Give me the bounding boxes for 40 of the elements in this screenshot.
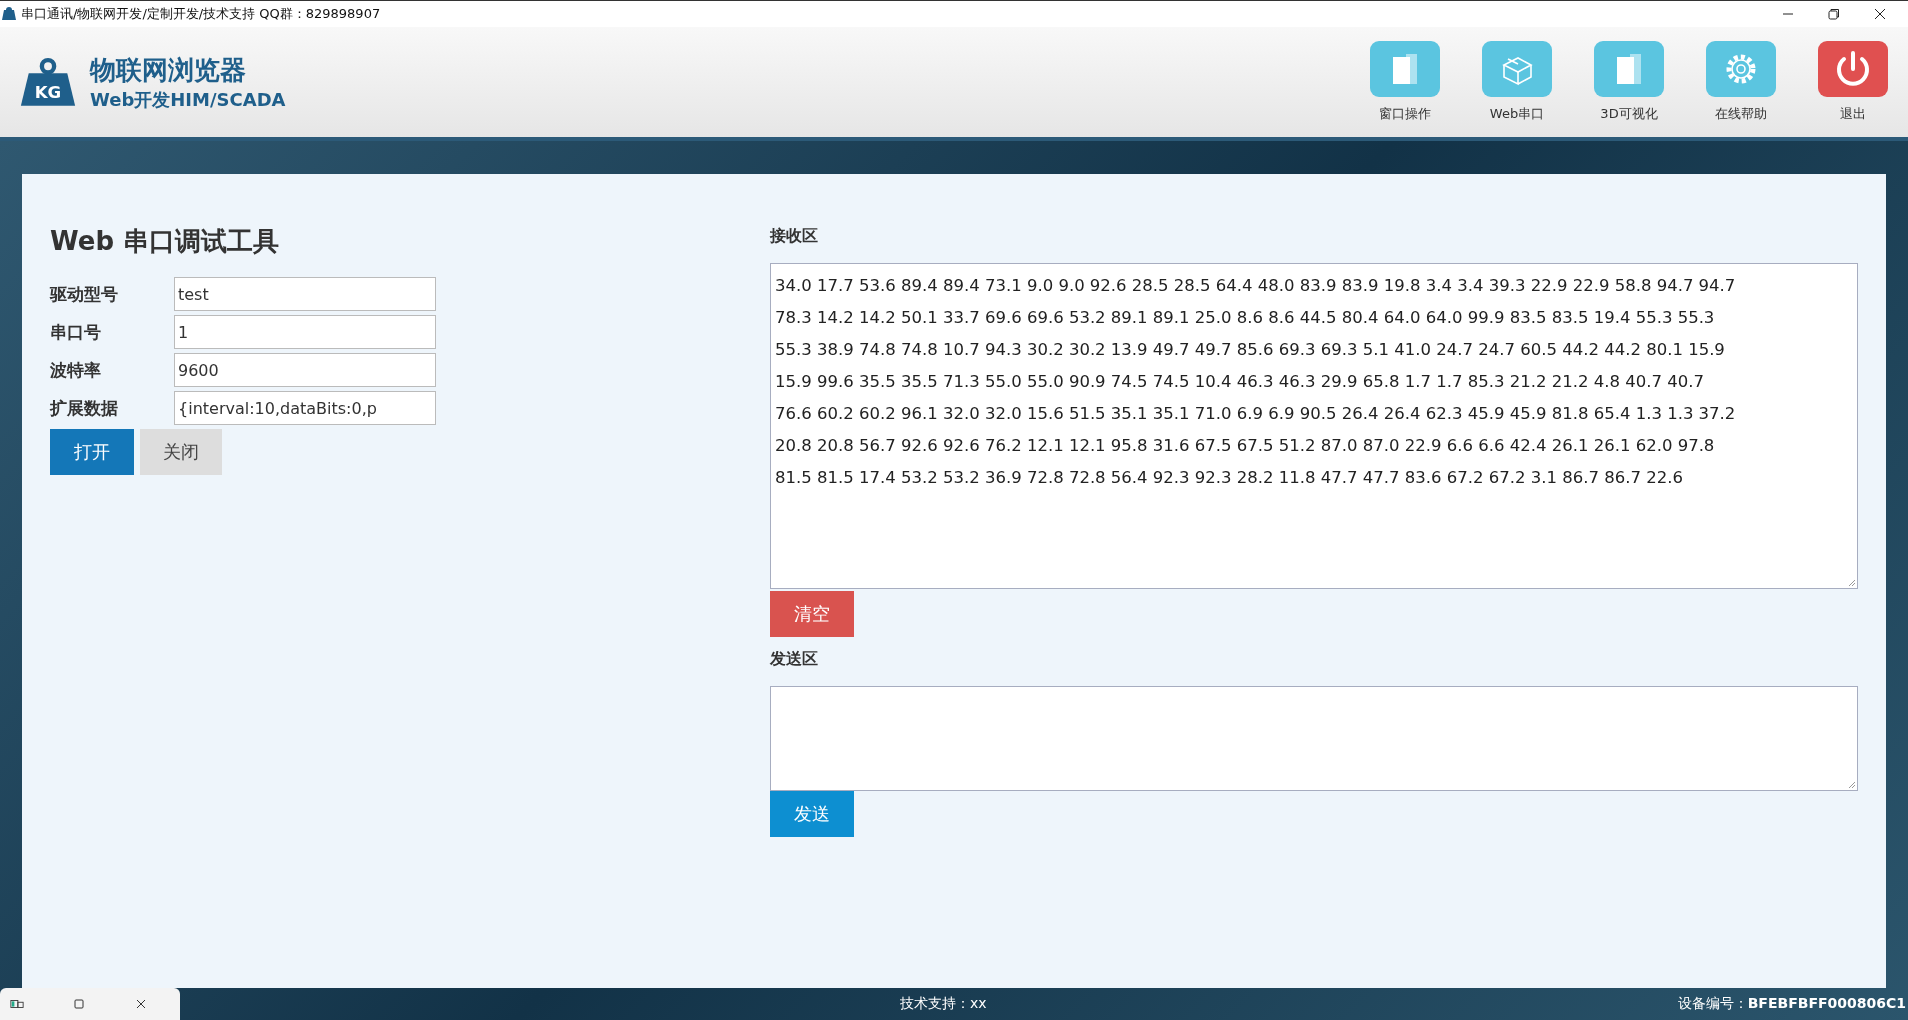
close-icon[interactable] [1874,8,1886,20]
pages-icon[interactable] [1370,41,1440,97]
send-textarea[interactable] [770,686,1858,791]
resize-grip-icon[interactable] [1848,781,1856,789]
input-field[interactable]: {interval:10,dataBits:0,p [174,391,436,425]
open-button[interactable]: 打开 [50,429,134,475]
send-button[interactable]: 发送 [770,791,854,837]
receive-textarea[interactable]: 34.0 17.7 53.6 89.4 89.4 73.1 9.0 9.0 92.6 28.5 28.5 64.4 48.0 83.9 83.9 19.8 3.4 3.4 39.3 22.9 22.9 58.8 94.7 94.7 78.3 14.2 14.2 50.1 33.7 69.6 69.6 53.2 89.1 89.1 25.0 8.6 8.6 44.5 80.4 64.0 64.0 99.9 83.5 83.5 19.4 55.3 55.3 55.3 38.9 74.8 74.8 10.7 94.3 30.2 30.2 13.9 49.7 49.7 85.6 69.3 69.3 5.1 41.0 24.7 24.7 60.5 44.2 44.2 80.1 15.9 15.9 99.6 35.5 35.5 71.3 55.0 55.0 90.9 74.5 74.5 10.4 46.3 46.3 29.9 65.8 1.7 1.7 85.3 21.2 21.2 4.8 40.7 40.7 76.6 60.2 60.2 96.1 32.0 32.0 15.6 51.5 35.1 35.1 71.0 6.9 6.9 90.5 26.4 26.4 62.3 45.9 45.9 81.8 65.4 1.3 1.3 37.2 20.8 20.8 56.7 92.6 92.6 76.2 12.1 12.1 95.8 31.6 67.5 67.5 51.2 87.0 87.0 22.9 6.6 6.6 42.4 26.1 26.1 62.0 97.8 81.5 81.5 17.4 53.2 53.2 36.9 72.8 72.8 56.4 92.3 92.3 28.2 11.8 47.7 47.7 83.6 67.2 67.2 3.1 86.7 86.7 22.6 [770,263,1858,589]
resize-grip-icon[interactable] [1848,579,1856,587]
app-icon[interactable] [10,998,24,1010]
panel-title: Web 串口调试工具 [50,225,281,258]
toolbar-label[interactable]: Web串口 [1489,105,1545,123]
gear-icon[interactable] [1706,41,1776,97]
brand-name: 物联网浏览器 [90,53,247,87]
field-label: 驱动型号 [50,282,119,306]
power-icon[interactable] [1818,41,1888,97]
maximize-icon[interactable] [72,998,86,1010]
clear-button[interactable]: 清空 [770,591,854,637]
toolbar-label[interactable]: 在线帮助 [1715,105,1767,123]
receive-heading: 接收区 [770,226,818,247]
close-button[interactable]: 关闭 [140,429,222,475]
pages-icon[interactable] [1594,41,1664,97]
device-id: 设备编号：BFEBFBFF000806C1 [1677,995,1907,1013]
app-icon [2,7,16,21]
toolbar-label[interactable]: 退出 [1840,105,1866,123]
field-label: 扩展数据 [50,396,119,420]
toolbar-label[interactable]: 3D可视化 [1600,105,1658,123]
field-label: 串口号 [50,320,102,344]
box-icon[interactable] [1482,41,1552,97]
send-heading: 发送区 [770,649,818,670]
support-text: 技术支持：xx [900,995,987,1013]
window-title: 串口通讯/物联网开发/定制开发/技术支持 QQ群：829898907 [21,5,381,23]
input-field[interactable]: test [174,277,436,311]
close-icon[interactable] [134,998,148,1010]
restore-icon[interactable] [1828,8,1840,20]
brand-subtitle: Web开发HIM/SCADA [90,87,286,112]
field-label: 波特率 [50,358,102,382]
toolbar-label[interactable]: 窗口操作 [1379,105,1431,123]
input-field[interactable]: 9600 [174,353,436,387]
input-field[interactable]: 1 [174,315,436,349]
